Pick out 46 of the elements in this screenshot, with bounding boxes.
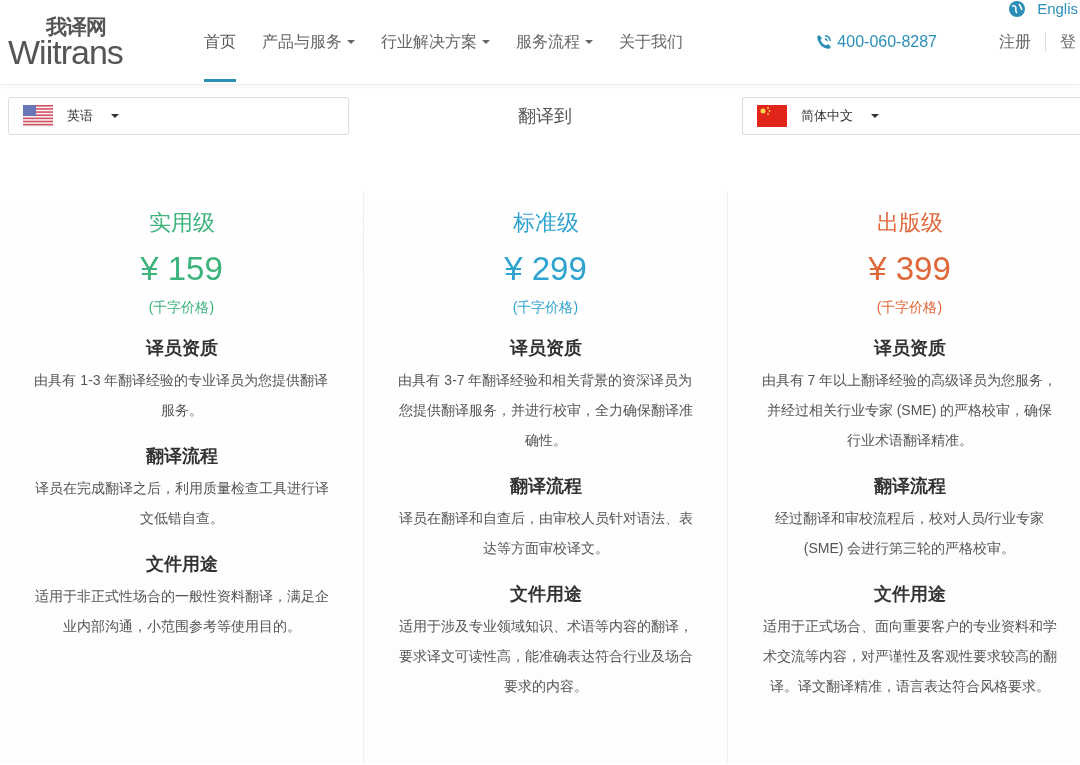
tier-price: ¥ 159 [139, 249, 224, 289]
section-text: 译员在翻译和自查后，由审校人员针对语法、表达等方面审校译文。 [397, 509, 694, 558]
phone-icon [815, 33, 834, 51]
section-title: 翻译流程 [144, 445, 219, 468]
section-text: 适用于正式场合、面向重要客户的专业资料和学术交流等内容，对严谨性及客观性要求较高的翻译。译文翻译精准，语言表达符合风格要求。 [761, 617, 1058, 696]
section-text: 由具有 7 年以上翻译经验的高级译员为您服务，并经过相关行业专家 (SME) 的严格校审，确保行业术语翻译精准。 [760, 371, 1059, 450]
direction-label: 翻译到 [517, 105, 574, 128]
register-link[interactable]: 注册 [999, 31, 1031, 53]
section-text: 适用于涉及专业领域知识、术语等内容的翻译，要求译文可读性高，能准确表达符合行业及场合要求的内容。 [397, 617, 694, 696]
nav-item[interactable]: 产品与服务 [262, 0, 355, 84]
nav-item[interactable]: 行业解决方案 [381, 0, 490, 84]
source-language-select[interactable]: 英语 [8, 97, 349, 135]
section-text: 适用于非正式性场合的一般性资料翻译，满足企业内部沟通，小范围参考等使用目的。 [33, 587, 330, 636]
section-title: 译员资质 [872, 337, 947, 360]
tier-price: ¥ 299 [503, 249, 588, 289]
login-link[interactable]: 登 [1060, 31, 1080, 53]
price-unit: (千字价格) [875, 298, 944, 317]
section-title: 译员资质 [508, 337, 583, 360]
section-title: 文件用途 [872, 583, 947, 606]
target-language-select[interactable]: 简体中文 [742, 97, 1080, 135]
section-title: 翻译流程 [508, 475, 583, 498]
us-flag-icon [23, 105, 53, 127]
section-text: 由具有 3-7 年翻译经验和相关背景的资深译员为您提供翻译服务，并进行校审，全力确保翻译准确性。 [397, 371, 694, 450]
section-text: 译员在完成翻译之后，利用质量检查工具进行译文低错自查。 [33, 479, 330, 528]
site-logo[interactable]: 我译网 Wiitrans [8, 15, 204, 69]
phone-number[interactable]: 400-060-8287 [837, 33, 937, 51]
section-text: 由具有 1-3 年翻译经验的专业译员为您提供翻译服务。 [33, 371, 330, 420]
nav-item[interactable]: 关于我们 [619, 0, 683, 84]
section-title: 译员资质 [144, 337, 219, 360]
section-title: 文件用途 [144, 553, 219, 576]
language-link[interactable]: Englis [1037, 0, 1078, 17]
section-title: 文件用途 [508, 583, 583, 606]
globe-icon [1009, 0, 1026, 17]
section-title: 翻译流程 [872, 475, 947, 498]
tier-name: 实用级 [147, 209, 216, 237]
tier-price: ¥ 399 [867, 249, 952, 289]
nav-item[interactable]: 服务流程 [516, 0, 593, 84]
caret-icon [111, 114, 119, 118]
price-unit: (千字价格) [511, 298, 580, 317]
nav-item[interactable]: 首页 [204, 0, 236, 84]
price-unit: (千字价格) [147, 298, 216, 317]
cn-flag-icon [757, 105, 788, 127]
tier-name: 标准级 [511, 209, 580, 237]
section-text: 经过翻译和审校流程后，校对人员/行业专家 (SME) 会进行第三轮的严格校审。 [773, 509, 1046, 558]
caret-icon [871, 114, 880, 118]
tier-name: 出版级 [875, 209, 944, 237]
